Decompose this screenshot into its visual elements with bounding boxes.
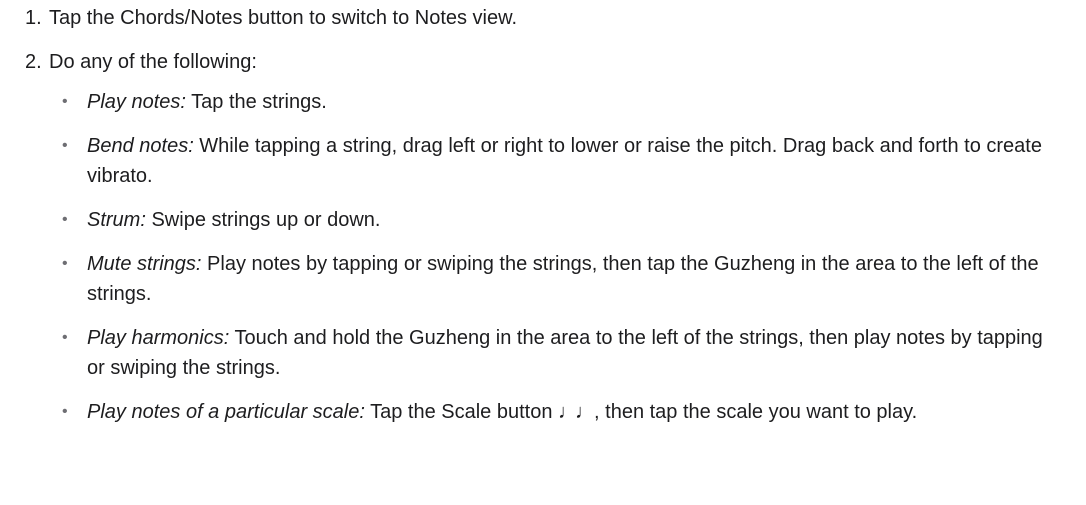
list-item-play-harmonics: • Play harmonics: Touch and hold the Guz…: [49, 323, 1065, 383]
step-1: 1. Tap the Chords/Notes button to switch…: [25, 3, 1065, 33]
bullet-icon: •: [62, 93, 68, 110]
term: Strum:: [87, 209, 146, 231]
term: Play harmonics:: [87, 327, 230, 349]
description: Tap the strings.: [185, 91, 327, 113]
step-number: 1.: [25, 7, 42, 29]
term: Play notes of a particular scale:: [87, 401, 365, 423]
list-item-mute-strings: • Mute strings: Play notes by tapping or…: [49, 249, 1065, 309]
bullet-icon: •: [62, 403, 68, 420]
bullet-icon: •: [62, 137, 68, 154]
scale-button-icon: ♩♩: [558, 401, 595, 423]
term: Mute strings:: [87, 253, 202, 275]
list-item-play-notes: • Play notes: Tap the strings.: [49, 87, 1065, 117]
description: Play notes by tapping or swiping the str…: [87, 253, 1039, 305]
list-item-play-scale: • Play notes of a particular scale: Tap …: [49, 397, 1065, 427]
instructions-document: 1. Tap the Chords/Notes button to switch…: [0, 0, 1065, 427]
description: Touch and hold the Guzheng in the area t…: [87, 327, 1043, 379]
description: Swipe strings up or down.: [145, 209, 381, 231]
description-continued: , then tap the scale you want to play.: [594, 401, 918, 423]
options-list: • Play notes: Tap the strings. • Bend no…: [49, 87, 1065, 427]
term: Bend notes:: [87, 135, 194, 157]
list-item-strum: • Strum: Swipe strings up or down.: [49, 205, 1065, 235]
description: While tapping a string, drag left or rig…: [87, 135, 1042, 187]
list-item-bend-notes: • Bend notes: While tapping a string, dr…: [49, 131, 1065, 191]
step-text: Tap the Chords/Notes button to switch to…: [49, 7, 518, 29]
bullet-icon: •: [62, 211, 68, 228]
step-number: 2.: [25, 51, 42, 73]
description: Tap the Scale button: [364, 401, 559, 423]
bullet-icon: •: [62, 255, 68, 272]
bullet-icon: •: [62, 329, 68, 346]
step-2: 2. Do any of the following: • Play notes…: [25, 47, 1065, 427]
term: Play notes:: [87, 91, 186, 113]
step-text: Do any of the following:: [49, 51, 257, 73]
